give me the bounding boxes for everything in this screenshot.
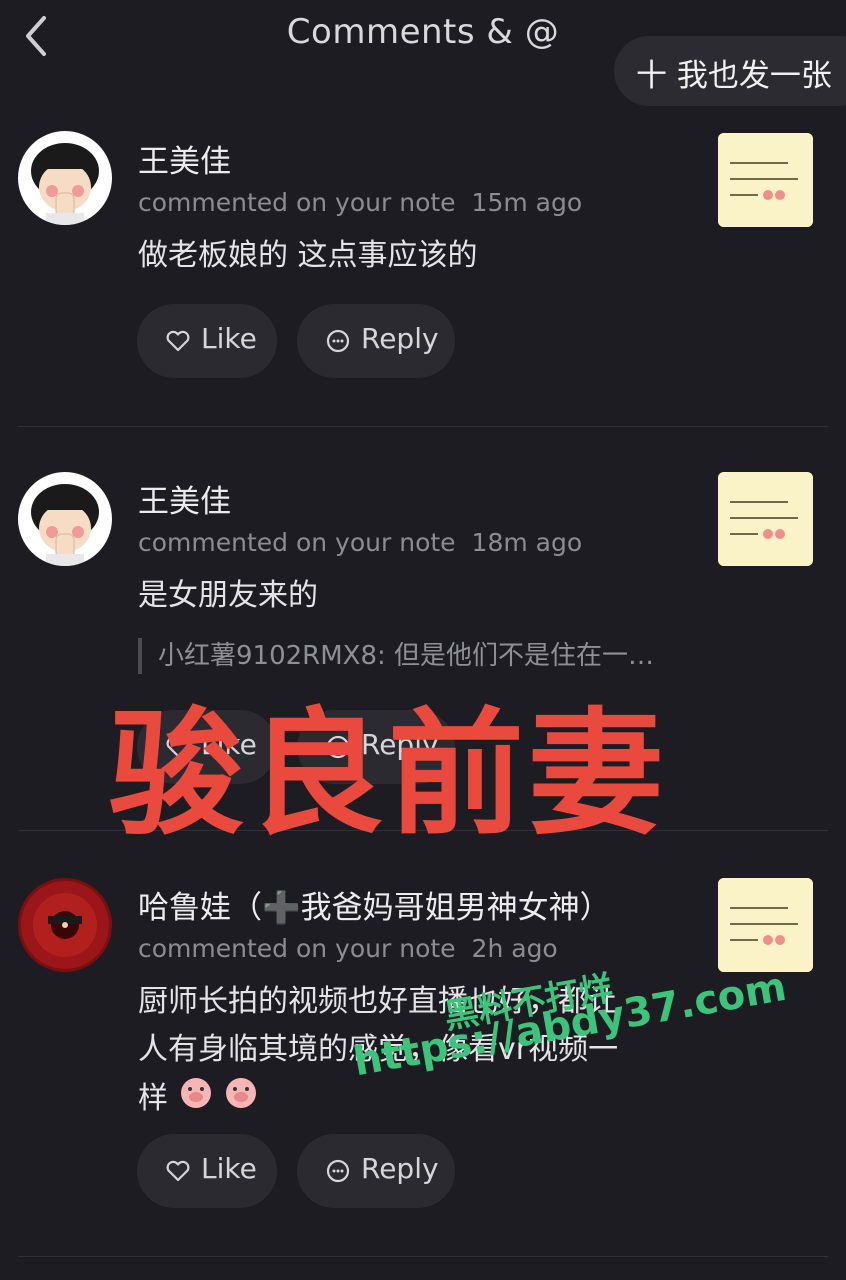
divider bbox=[18, 1256, 828, 1257]
comment-text-tail: 样 bbox=[138, 1081, 168, 1116]
reply-label: Reply bbox=[361, 1152, 439, 1185]
username[interactable]: 哈鲁娃（➕我爸妈哥姐男神女神） bbox=[138, 882, 611, 927]
pig-emoji-icon bbox=[223, 1074, 259, 1125]
like-label: Like bbox=[201, 322, 257, 355]
meta-text: commented on your note bbox=[138, 934, 456, 963]
like-label: Like bbox=[201, 1152, 257, 1185]
comment-text: 是女朋友来的 bbox=[138, 578, 318, 613]
note-thumbnail[interactable] bbox=[718, 878, 813, 972]
quoted-reply[interactable]: 小红薯9102RMX8: 但是他们不是住在一… bbox=[138, 638, 654, 674]
comment-meta: commented on your note 18m ago bbox=[138, 528, 582, 557]
timestamp: 18m ago bbox=[471, 528, 583, 557]
timestamp: 2h ago bbox=[471, 934, 558, 963]
timestamp: 15m ago bbox=[471, 188, 583, 217]
username[interactable]: 王美佳 bbox=[138, 136, 231, 181]
avatar[interactable] bbox=[18, 472, 112, 566]
meta-text: commented on your note bbox=[138, 188, 456, 217]
comment-text: 做老板娘的 这点事应该的 bbox=[138, 238, 478, 273]
post-new-button-label: 十 我也发一张 bbox=[636, 58, 832, 94]
like-button[interactable]: Like bbox=[137, 1134, 277, 1208]
comment-meta: commented on your note 15m ago bbox=[138, 188, 582, 217]
comment-text-line: 样 bbox=[138, 1074, 678, 1125]
note-thumbnail[interactable] bbox=[718, 472, 813, 566]
chat-bubble-icon bbox=[325, 1158, 351, 1184]
meta-text: commented on your note bbox=[138, 528, 456, 557]
reply-button[interactable]: Reply bbox=[297, 1134, 455, 1208]
reply-button[interactable]: Reply bbox=[297, 304, 455, 378]
chat-bubble-icon bbox=[325, 328, 351, 354]
note-thumbnail[interactable] bbox=[718, 133, 813, 227]
post-new-button[interactable]: 十 我也发一张 bbox=[614, 36, 846, 106]
divider bbox=[18, 426, 828, 427]
comment-meta: commented on your note 2h ago bbox=[138, 934, 558, 963]
reply-label: Reply bbox=[361, 322, 439, 355]
heart-icon bbox=[165, 328, 191, 354]
heart-icon bbox=[165, 1158, 191, 1184]
avatar[interactable] bbox=[18, 131, 112, 225]
like-button[interactable]: Like bbox=[137, 304, 277, 378]
username[interactable]: 王美佳 bbox=[138, 476, 231, 521]
pig-emoji-icon bbox=[178, 1074, 214, 1125]
avatar[interactable] bbox=[18, 878, 112, 972]
overlay-title: 骏良前妻 bbox=[108, 696, 668, 854]
